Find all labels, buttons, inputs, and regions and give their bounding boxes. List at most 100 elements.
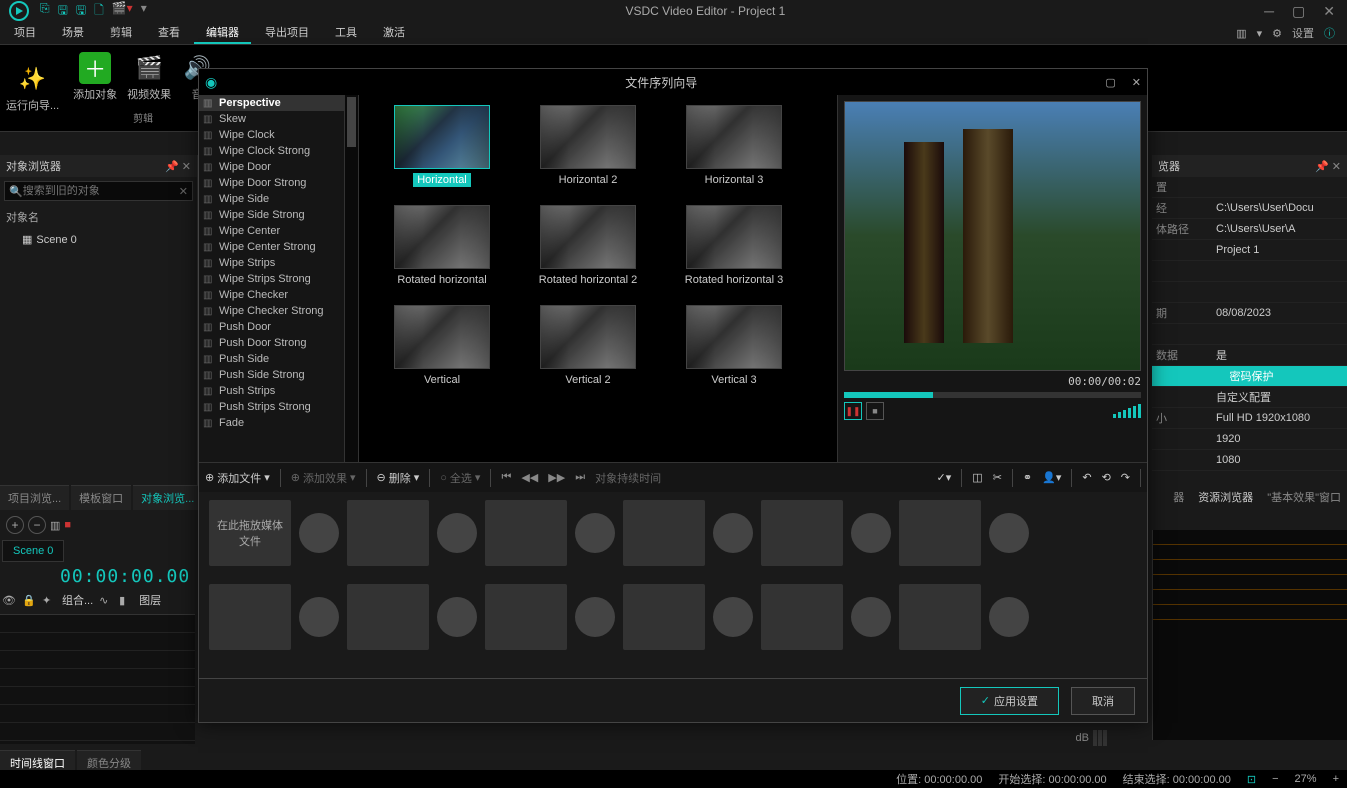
effect-item[interactable]: Wipe Strips: [199, 255, 358, 271]
search-input[interactable]: [23, 185, 179, 197]
help-icon[interactable]: ⓘ: [1324, 25, 1335, 41]
effect-item[interactable]: Skew: [199, 111, 358, 127]
effect-item[interactable]: Push Door: [199, 319, 358, 335]
effect-item[interactable]: Wipe Center Strong: [199, 239, 358, 255]
video-fx-button[interactable]: 🎬 视频效果: [127, 52, 171, 102]
combo-label[interactable]: 组合...: [62, 592, 93, 608]
rotate-90-icon[interactable]: ⟲: [1102, 471, 1111, 484]
effect-item[interactable]: Wipe Checker Strong: [199, 303, 358, 319]
eye-icon[interactable]: 👁: [2, 594, 16, 607]
forward-icon[interactable]: ▶▶: [548, 471, 565, 484]
drop-slot[interactable]: [761, 584, 843, 650]
maximize-icon[interactable]: ▢: [1292, 3, 1305, 20]
property-row[interactable]: Project 1: [1152, 240, 1347, 261]
transition-slot[interactable]: [575, 513, 615, 553]
cut-icon[interactable]: ✂: [993, 471, 1002, 484]
rp-tab-2[interactable]: 资源浏览器: [1192, 485, 1259, 509]
transition-slot[interactable]: [713, 513, 753, 553]
drop-slot[interactable]: [623, 584, 705, 650]
apply-button[interactable]: ✓应用设置: [960, 687, 1059, 715]
link-icon[interactable]: ⚭: [1023, 471, 1032, 484]
layers-label[interactable]: 图层: [139, 592, 161, 608]
tab-template[interactable]: 模板窗口: [71, 485, 131, 510]
delete-button[interactable]: ⊖删除 ▾: [377, 470, 420, 486]
check-dropdown-icon[interactable]: ✓▾: [937, 471, 952, 484]
tab-object-browser[interactable]: 对象浏览...: [133, 485, 203, 510]
effect-item[interactable]: Wipe Door: [199, 159, 358, 175]
crop-icon[interactable]: ◫: [972, 471, 982, 484]
property-row[interactable]: [1152, 261, 1347, 282]
transition-slot[interactable]: [851, 597, 891, 637]
property-row[interactable]: 自定义配置: [1152, 387, 1347, 408]
menu-project[interactable]: 项目: [2, 22, 48, 44]
zoom-out-icon[interactable]: −: [1272, 773, 1278, 785]
effect-item[interactable]: Wipe Checker: [199, 287, 358, 303]
volume-icon[interactable]: [1113, 404, 1141, 418]
gear-icon[interactable]: ⚙: [1272, 27, 1282, 40]
timeline-grid[interactable]: [0, 614, 195, 744]
effect-item[interactable]: Wipe Side Strong: [199, 207, 358, 223]
wizard-button[interactable]: ✨ 运行向导...: [6, 63, 59, 113]
property-row[interactable]: 体路径C:\Users\User\A: [1152, 219, 1347, 240]
menu-view[interactable]: 查看: [146, 22, 192, 44]
drop-slot[interactable]: 在此拖放媒体文件: [209, 500, 291, 566]
stop-button[interactable]: ■: [866, 402, 884, 420]
rotate-left-icon[interactable]: ↶: [1082, 471, 1091, 484]
add-button[interactable]: +: [6, 516, 24, 534]
tree-item-scene[interactable]: ▦Scene 0: [0, 229, 197, 250]
effect-thumbnail[interactable]: Horizontal: [387, 105, 497, 187]
transition-slot[interactable]: [437, 597, 477, 637]
property-row[interactable]: 期08/08/2023: [1152, 303, 1347, 324]
effect-item[interactable]: Push Side: [199, 351, 358, 367]
scene-tab[interactable]: Scene 0: [2, 540, 64, 562]
pause-button[interactable]: ❚❚: [844, 402, 862, 420]
transition-slot[interactable]: [989, 597, 1029, 637]
drop-slot[interactable]: [623, 500, 705, 566]
drop-slot[interactable]: [485, 500, 567, 566]
drop-slot[interactable]: [347, 500, 429, 566]
rp-pin-icon[interactable]: 📌 ✕: [1315, 160, 1341, 173]
property-row[interactable]: 经C:\Users\User\Docu: [1152, 198, 1347, 219]
dialog-maximize-icon[interactable]: ▢: [1105, 76, 1115, 89]
skip-back-icon[interactable]: ⏮: [501, 471, 511, 484]
close-icon[interactable]: ✕: [1323, 3, 1335, 20]
effect-thumbnail[interactable]: Horizontal 3: [679, 105, 789, 187]
bars-icon[interactable]: ▮: [119, 594, 133, 607]
fx-icon[interactable]: ✦: [42, 594, 56, 607]
menu-export[interactable]: 导出项目: [253, 22, 321, 44]
property-row[interactable]: 小Full HD 1920x1080: [1152, 408, 1347, 429]
drop-slot[interactable]: [899, 500, 981, 566]
effect-item[interactable]: Push Strips: [199, 383, 358, 399]
effect-item[interactable]: Wipe Side: [199, 191, 358, 207]
qat-icon-3[interactable]: 🖫: [76, 1, 86, 22]
layout-icon[interactable]: ▥: [1236, 27, 1246, 40]
effect-thumbnail[interactable]: Horizontal 2: [533, 105, 643, 187]
media-drop-area[interactable]: 在此拖放媒体文件: [199, 492, 1147, 678]
menu-clip[interactable]: 剪辑: [98, 22, 144, 44]
barcode-icon[interactable]: ▥: [50, 519, 60, 532]
drop-slot[interactable]: [485, 584, 567, 650]
rewind-icon[interactable]: ◀◀: [521, 471, 538, 484]
property-row[interactable]: 密码保护: [1152, 366, 1347, 387]
menu-tools[interactable]: 工具: [323, 22, 369, 44]
tab-project-browser[interactable]: 项目浏览...: [0, 485, 69, 510]
zoom-in-icon[interactable]: +: [1333, 773, 1339, 785]
transition-slot[interactable]: [713, 597, 753, 637]
rp-tab-1[interactable]: 器: [1167, 485, 1190, 509]
settings-label[interactable]: 设置: [1292, 25, 1314, 41]
drop-slot[interactable]: [347, 584, 429, 650]
effect-item[interactable]: Wipe Clock: [199, 127, 358, 143]
record-icon[interactable]: ■: [64, 519, 71, 531]
duration-button[interactable]: 对象持续时间: [595, 470, 661, 486]
transition-slot[interactable]: [299, 597, 339, 637]
qat-icon-2[interactable]: 🖫: [58, 1, 68, 22]
menu-activate[interactable]: 激活: [371, 22, 417, 44]
rp-tab-3[interactable]: "基本效果"窗口: [1261, 485, 1347, 509]
cancel-button[interactable]: 取消: [1071, 687, 1135, 715]
drop-slot[interactable]: [209, 584, 291, 650]
effect-item[interactable]: Wipe Door Strong: [199, 175, 358, 191]
add-effect-button[interactable]: ⊕添加效果 ▾: [291, 470, 356, 486]
add-file-button[interactable]: ⊕添加文件 ▾: [205, 470, 270, 486]
transition-slot[interactable]: [851, 513, 891, 553]
effect-item[interactable]: Wipe Clock Strong: [199, 143, 358, 159]
